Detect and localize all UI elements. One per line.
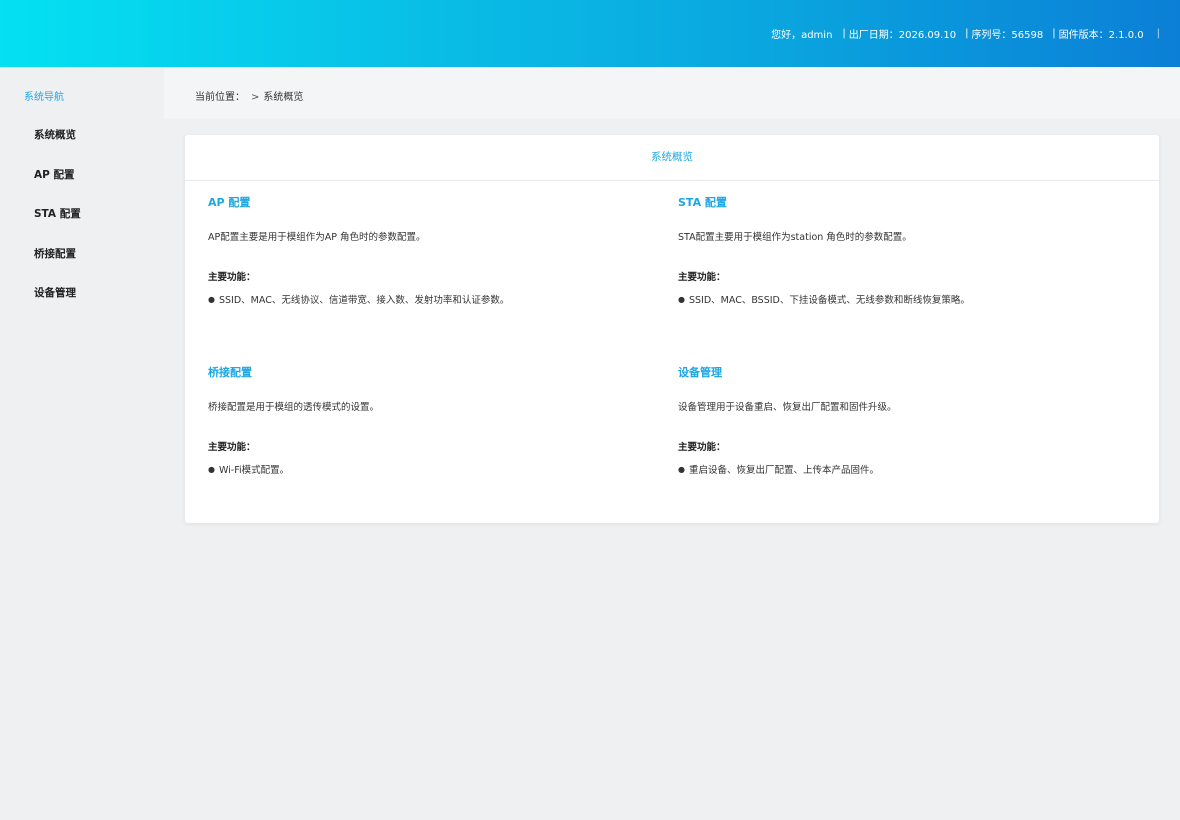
sidebar-item-ap-config[interactable]: AP 配置	[0, 165, 164, 205]
section-function-label: 主要功能：	[208, 442, 256, 453]
greeting-text: 您好，admin	[771, 30, 833, 41]
section-ap-config: AP 配置 AP配置主要是用于模组作为AP 角色时的参数配置。 主要功能： ● S…	[208, 194, 648, 306]
sidebar-item-overview[interactable]: 系统概览	[0, 125, 164, 165]
bullet-icon: ●	[208, 465, 215, 474]
sidebar-item-sta-config[interactable]: STA 配置	[0, 204, 164, 244]
bullet-icon: ●	[678, 295, 685, 304]
section-function-label: 主要功能：	[678, 442, 726, 453]
function-text: Wi-Fi模式配置。	[218, 465, 290, 476]
section-function-label: 主要功能：	[678, 272, 726, 283]
serial-number: 序列号：56598	[971, 30, 1044, 41]
section-function-label: 主要功能：	[208, 272, 256, 283]
section-description: 桥接配置是用于模组的透传模式的设置。	[208, 402, 380, 413]
breadcrumb-bar: 当前位置： > 系统概览	[164, 67, 1180, 119]
header-separator: |	[842, 28, 846, 39]
factory-date: 出厂日期：2026.09.10	[848, 30, 957, 41]
section-description: STA配置主要用于模组作为station 角色时的参数配置。	[678, 232, 912, 243]
section-title: 桥接配置	[208, 366, 252, 379]
overview-card: 系统概览 AP 配置 AP配置主要是用于模组作为AP 角色时的参数配置。 主要功…	[185, 135, 1159, 523]
header-separator: |	[965, 28, 969, 39]
section-device-management: 设备管理 设备管理用于设备重启、恢复出厂配置和固件升级。 主要功能： ● 重启设备…	[678, 364, 1118, 476]
header-separator: |	[1052, 28, 1056, 39]
chevron-right-icon: >	[251, 92, 260, 103]
section-title: AP 配置	[208, 196, 251, 209]
header-separator: |	[1156, 28, 1160, 39]
function-text: SSID、MAC、无线协议、信道带宽、接入数、发射功率和认证参数。	[218, 295, 510, 306]
firmware-version: 固件版本：2.1.0.0	[1058, 30, 1144, 41]
breadcrumb-prefix: 当前位置：	[195, 92, 245, 103]
section-function-item: ● Wi-Fi模式配置。	[208, 462, 648, 476]
section-function-item: ● 重启设备、恢复出厂配置、上传本产品固件。	[678, 462, 1118, 476]
sidebar-title: 系统导航	[24, 92, 64, 103]
breadcrumb-current: 系统概览	[263, 92, 304, 103]
section-function-item: ● SSID、MAC、BSSID、下挂设备模式、无线参数和断线恢复策略。	[678, 292, 1118, 306]
bullet-icon: ●	[208, 295, 215, 304]
section-bridge-config: 桥接配置 桥接配置是用于模组的透传模式的设置。 主要功能： ● Wi-Fi模式配置…	[208, 364, 648, 476]
section-description: 设备管理用于设备重启、恢复出厂配置和固件升级。	[678, 402, 897, 413]
function-text: 重启设备、恢复出厂配置、上传本产品固件。	[688, 465, 879, 476]
section-title: STA 配置	[678, 196, 727, 209]
function-text: SSID、MAC、BSSID、下挂设备模式、无线参数和断线恢复策略。	[688, 295, 970, 306]
bullet-icon: ●	[678, 465, 685, 474]
section-function-item: ● SSID、MAC、无线协议、信道带宽、接入数、发射功率和认证参数。	[208, 292, 648, 306]
sidebar-item-bridge-config[interactable]: 桥接配置	[0, 244, 164, 284]
section-title: 设备管理	[678, 366, 722, 379]
top-header-bar: 您好，admin | 出厂日期：2026.09.10 | 序列号：56598 |…	[0, 0, 1180, 67]
breadcrumb: 当前位置： > 系统概览	[195, 88, 303, 103]
header-info: 您好，admin | 出厂日期：2026.09.10 | 序列号：56598 |…	[771, 0, 1160, 67]
card-title: 系统概览	[185, 135, 1159, 181]
sidebar-nav: 系统导航 系统概览 AP 配置 STA 配置 桥接配置 设备管理	[0, 67, 164, 820]
section-description: AP配置主要是用于模组作为AP 角色时的参数配置。	[208, 232, 426, 243]
section-sta-config: STA 配置 STA配置主要用于模组作为station 角色时的参数配置。 主要…	[678, 194, 1118, 306]
sidebar-item-device-management[interactable]: 设备管理	[0, 283, 164, 323]
sidebar-menu: 系统概览 AP 配置 STA 配置 桥接配置 设备管理	[0, 125, 164, 323]
